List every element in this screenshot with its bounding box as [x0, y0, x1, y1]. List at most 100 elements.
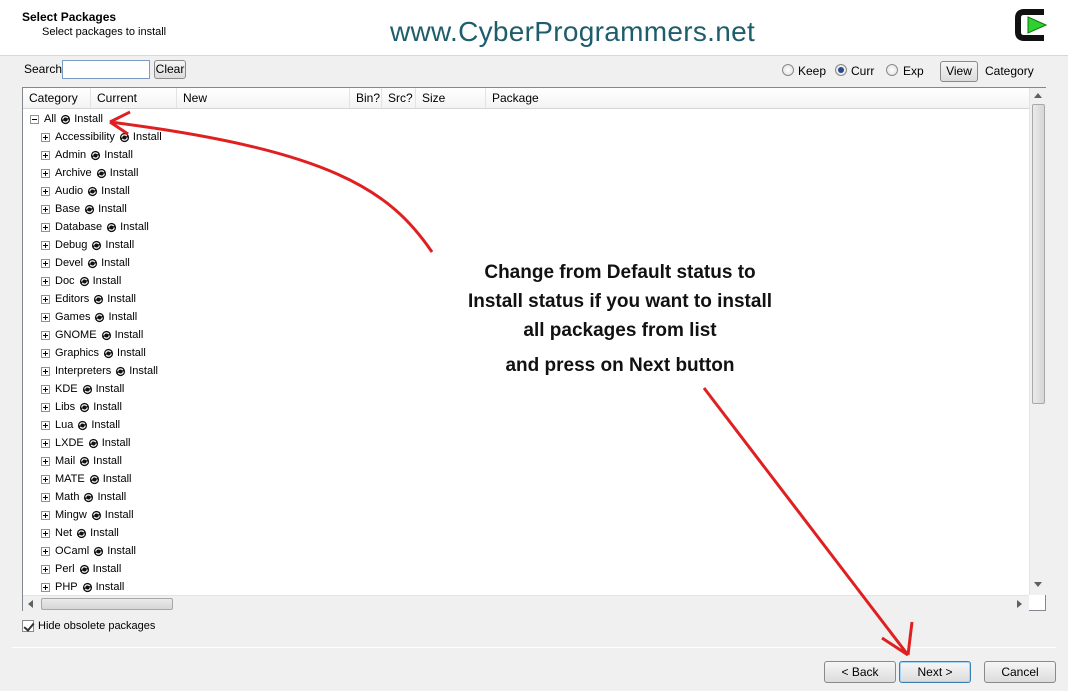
cycle-status-icon[interactable]: [79, 276, 90, 287]
clear-button[interactable]: Clear: [154, 60, 186, 79]
cycle-status-icon[interactable]: [82, 582, 93, 593]
category-status[interactable]: Install: [93, 452, 122, 470]
tree-row-category[interactable]: PHP Install: [41, 578, 124, 595]
expand-plus-icon[interactable]: [41, 222, 50, 232]
expand-plus-icon[interactable]: [41, 546, 50, 556]
cycle-status-icon[interactable]: [93, 546, 104, 557]
cycle-status-icon[interactable]: [106, 222, 117, 233]
category-status[interactable]: Install: [74, 110, 103, 128]
cycle-status-icon[interactable]: [79, 456, 90, 467]
category-status[interactable]: Install: [93, 272, 122, 290]
category-status[interactable]: Install: [98, 200, 127, 218]
cycle-status-icon[interactable]: [89, 474, 100, 485]
tree-row-category[interactable]: Debug Install: [41, 236, 134, 254]
category-status[interactable]: Install: [105, 506, 134, 524]
tree-row-category[interactable]: KDE Install: [41, 380, 124, 398]
tree-row-category[interactable]: Database Install: [41, 218, 149, 236]
cycle-status-icon[interactable]: [82, 384, 93, 395]
expand-plus-icon[interactable]: [41, 204, 50, 214]
category-status[interactable]: Install: [96, 380, 125, 398]
expand-plus-icon[interactable]: [41, 582, 50, 592]
exp-radio[interactable]: [886, 64, 898, 76]
expand-plus-icon[interactable]: [41, 132, 50, 142]
scroll-down-arrow-icon[interactable]: [1034, 582, 1042, 587]
expand-plus-icon[interactable]: [41, 456, 50, 466]
expand-plus-icon[interactable]: [41, 150, 50, 160]
tree-row-category[interactable]: Libs Install: [41, 398, 122, 416]
expand-plus-icon[interactable]: [41, 366, 50, 376]
collapse-minus-icon[interactable]: [30, 114, 39, 124]
tree-row-category[interactable]: Perl Install: [41, 560, 121, 578]
category-status[interactable]: Install: [96, 578, 125, 595]
category-status[interactable]: Install: [107, 290, 136, 308]
category-status[interactable]: Install: [104, 146, 133, 164]
tree-row-category[interactable]: Editors Install: [41, 290, 136, 308]
expand-plus-icon[interactable]: [41, 528, 50, 538]
expand-plus-icon[interactable]: [41, 330, 50, 340]
category-status[interactable]: Install: [102, 434, 131, 452]
tree-row-category[interactable]: Games Install: [41, 308, 137, 326]
tree-row-category[interactable]: OCaml Install: [41, 542, 136, 560]
expand-plus-icon[interactable]: [41, 312, 50, 322]
expand-plus-icon[interactable]: [41, 348, 50, 358]
tree-row-category[interactable]: Net Install: [41, 524, 119, 542]
cycle-status-icon[interactable]: [91, 510, 102, 521]
next-button[interactable]: Next >: [899, 661, 971, 683]
expand-plus-icon[interactable]: [41, 276, 50, 286]
category-status[interactable]: Install: [105, 236, 134, 254]
tree-row-category[interactable]: Admin Install: [41, 146, 133, 164]
scroll-right-arrow-icon[interactable]: [1017, 600, 1022, 608]
tree-row-category[interactable]: Audio Install: [41, 182, 130, 200]
expand-plus-icon[interactable]: [41, 564, 50, 574]
scroll-up-arrow-icon[interactable]: [1034, 93, 1042, 98]
cycle-status-icon[interactable]: [83, 492, 94, 503]
tree-row-category[interactable]: Devel Install: [41, 254, 130, 272]
column-header-new[interactable]: New: [177, 88, 350, 109]
category-status[interactable]: Install: [90, 524, 119, 542]
category-status[interactable]: Install: [110, 164, 139, 182]
category-status[interactable]: Install: [117, 344, 146, 362]
cycle-status-icon[interactable]: [94, 312, 105, 323]
tree-row-category[interactable]: GNOME Install: [41, 326, 143, 344]
cycle-status-icon[interactable]: [90, 150, 101, 161]
category-status[interactable]: Install: [101, 182, 130, 200]
tree-row-category[interactable]: Math Install: [41, 488, 126, 506]
category-status[interactable]: Install: [115, 326, 144, 344]
category-status[interactable]: Install: [103, 470, 132, 488]
horizontal-scrollbar[interactable]: [23, 595, 1029, 611]
scroll-left-arrow-icon[interactable]: [28, 600, 33, 608]
vertical-scrollbar[interactable]: [1029, 88, 1046, 595]
column-header-src[interactable]: Src?: [382, 88, 416, 109]
curr-radio[interactable]: [835, 64, 847, 76]
expand-plus-icon[interactable]: [41, 168, 50, 178]
tree-row-category[interactable]: Mingw Install: [41, 506, 134, 524]
cycle-status-icon[interactable]: [79, 402, 90, 413]
category-status[interactable]: Install: [129, 362, 158, 380]
cycle-status-icon[interactable]: [88, 438, 99, 449]
column-header-bin[interactable]: Bin?: [350, 88, 382, 109]
expand-plus-icon[interactable]: [41, 438, 50, 448]
cycle-status-icon[interactable]: [76, 528, 87, 539]
tree-row-category[interactable]: Graphics Install: [41, 344, 146, 362]
category-status[interactable]: Install: [91, 416, 120, 434]
category-status[interactable]: Install: [93, 560, 122, 578]
tree-row-category[interactable]: Accessibility Install: [41, 128, 162, 146]
column-header-category[interactable]: Category: [23, 88, 91, 109]
horizontal-scroll-thumb[interactable]: [41, 598, 173, 610]
cycle-status-icon[interactable]: [79, 564, 90, 575]
cycle-status-icon[interactable]: [101, 330, 112, 341]
expand-plus-icon[interactable]: [41, 384, 50, 394]
cycle-status-icon[interactable]: [115, 366, 126, 377]
column-header-package[interactable]: Package: [486, 88, 1029, 109]
tree-row-category[interactable]: Mail Install: [41, 452, 122, 470]
hide-obsolete-checkbox[interactable]: [22, 620, 34, 632]
tree-row-all[interactable]: All Install: [30, 110, 103, 128]
cycle-status-icon[interactable]: [96, 168, 107, 179]
tree-row-category[interactable]: MATE Install: [41, 470, 132, 488]
cycle-status-icon[interactable]: [87, 258, 98, 269]
back-button[interactable]: < Back: [824, 661, 896, 683]
expand-plus-icon[interactable]: [41, 402, 50, 412]
category-status[interactable]: Install: [101, 254, 130, 272]
expand-plus-icon[interactable]: [41, 294, 50, 304]
search-input[interactable]: [62, 60, 150, 79]
